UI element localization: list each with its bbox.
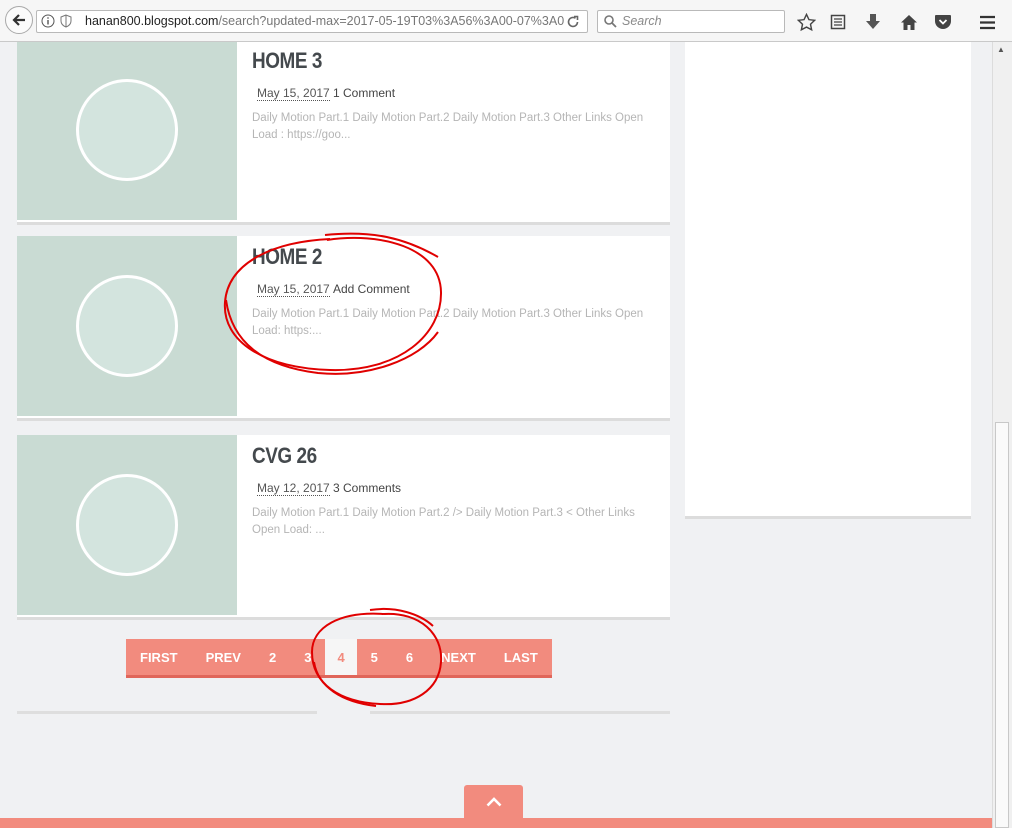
- vertical-scrollbar[interactable]: ▲: [992, 42, 1012, 828]
- pager-current-page: 4: [325, 639, 357, 675]
- page-content: HOME 3 May 15, 2017 1 Comment Daily Moti…: [0, 42, 992, 828]
- post-title[interactable]: HOME 2: [252, 244, 322, 270]
- magnifier-icon: [603, 14, 617, 28]
- post-card[interactable]: CVG 26 May 12, 2017 3 Comments Daily Mot…: [17, 435, 670, 617]
- post-thumbnail[interactable]: [17, 42, 237, 220]
- pager-page-5[interactable]: 5: [357, 639, 392, 675]
- reading-list-icon[interactable]: [828, 12, 848, 32]
- sidebar-widget: [685, 42, 971, 516]
- placeholder-circle: [76, 79, 178, 181]
- scrollbar-thumb[interactable]: [995, 422, 1009, 828]
- url-path: /search?updated-max=2017-05-19T03%3A56%3…: [218, 14, 565, 28]
- placeholder-circle: [76, 474, 178, 576]
- post-card[interactable]: HOME 2 May 15, 2017 Add Comment Daily Mo…: [17, 236, 670, 418]
- shield-icon[interactable]: [59, 14, 73, 28]
- hamburger-menu-icon[interactable]: [977, 12, 997, 32]
- post-date: May 15, 2017: [257, 86, 330, 101]
- arrow-left-icon: [12, 14, 25, 26]
- post-excerpt: Daily Motion Part.1 Daily Motion Part.2 …: [252, 308, 644, 337]
- pagination: FIRST PREV 2 3 4 5 6 NEXT LAST: [126, 639, 552, 678]
- pager-first[interactable]: FIRST: [126, 639, 192, 675]
- post-comments-link[interactable]: Add Comment: [333, 282, 410, 296]
- divider: [370, 711, 670, 714]
- post-comments-link[interactable]: 3 Comments: [333, 481, 401, 495]
- reload-icon[interactable]: [565, 14, 581, 30]
- post-excerpt: Daily Motion Part.1 Daily Motion Part.2 …: [252, 112, 644, 141]
- info-icon[interactable]: [41, 14, 55, 28]
- pager-next[interactable]: NEXT: [427, 639, 490, 675]
- download-arrow-icon[interactable]: [863, 12, 883, 32]
- pager-page-3[interactable]: 3: [290, 639, 325, 675]
- divider: [17, 711, 317, 714]
- post-date: May 15, 2017: [257, 282, 330, 297]
- browser-toolbar: hanan800.blogspot.com/search?updated-max…: [0, 0, 1012, 42]
- back-to-top-button[interactable]: [464, 785, 523, 818]
- post-comments-link[interactable]: 1 Comment: [333, 86, 395, 100]
- post-date: May 12, 2017: [257, 481, 330, 496]
- star-icon[interactable]: [796, 12, 816, 32]
- address-bar[interactable]: hanan800.blogspot.com/search?updated-max…: [36, 10, 588, 33]
- chevron-up-icon: [486, 796, 501, 806]
- pager-prev[interactable]: PREV: [192, 639, 255, 675]
- post-thumbnail[interactable]: [17, 236, 237, 416]
- post-thumbnail[interactable]: [17, 435, 237, 615]
- pocket-icon[interactable]: [933, 12, 953, 32]
- home-icon[interactable]: [899, 12, 919, 32]
- pager-last[interactable]: LAST: [490, 639, 552, 675]
- url-host: hanan800.blogspot.com: [85, 14, 219, 28]
- scroll-up-arrow-icon[interactable]: ▲: [997, 45, 1005, 54]
- post-excerpt: Daily Motion Part.1 Daily Motion Part.2 …: [252, 507, 635, 536]
- post-title[interactable]: CVG 26: [252, 443, 317, 469]
- footer-bar: [0, 818, 992, 828]
- search-input[interactable]: [620, 13, 784, 29]
- url-text: hanan800.blogspot.com/search?updated-max…: [85, 14, 564, 28]
- placeholder-circle: [76, 275, 178, 377]
- post-title[interactable]: HOME 3: [252, 48, 322, 74]
- pager-page-6[interactable]: 6: [392, 639, 427, 675]
- search-bar[interactable]: [597, 10, 785, 33]
- back-button[interactable]: [5, 6, 33, 34]
- post-card[interactable]: HOME 3 May 15, 2017 1 Comment Daily Moti…: [17, 42, 670, 222]
- pager-page-2[interactable]: 2: [255, 639, 290, 675]
